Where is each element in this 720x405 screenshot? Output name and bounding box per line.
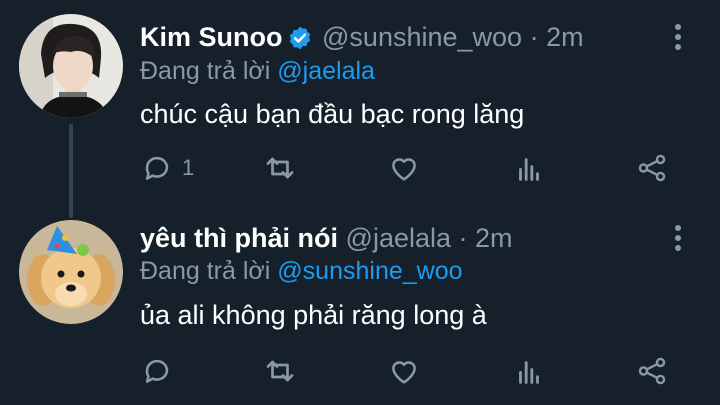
tweet-item[interactable]: yêu thì phải nói @jaelala · 2m Đang trả … bbox=[0, 200, 720, 405]
reply-button[interactable]: 1 bbox=[140, 148, 194, 188]
reply-count: 1 bbox=[182, 155, 195, 180]
reply-icon bbox=[140, 354, 174, 388]
retweet-button[interactable] bbox=[262, 351, 298, 391]
like-button[interactable] bbox=[387, 351, 421, 391]
replying-to: Đang trả lời @jaelala bbox=[140, 56, 375, 86]
reply-button[interactable] bbox=[140, 351, 182, 391]
replying-prefix: Đang trả lời bbox=[140, 257, 271, 285]
display-name[interactable]: Kim Sunoo bbox=[140, 22, 283, 52]
separator-dot: · bbox=[529, 22, 539, 52]
tweet-actions bbox=[140, 351, 680, 391]
analytics-button[interactable] bbox=[512, 351, 546, 391]
handle[interactable]: @sunshine_woo bbox=[322, 22, 522, 52]
avatar[interactable] bbox=[19, 220, 123, 324]
reply-icon bbox=[140, 151, 174, 185]
tweet-actions: 1 bbox=[140, 148, 680, 188]
retweet-button[interactable] bbox=[262, 148, 298, 188]
tweet-text: chúc cậu bạn đầu bạc rong lăng bbox=[140, 99, 525, 129]
tweet-header: yêu thì phải nói @jaelala · 2m bbox=[140, 221, 513, 255]
analytics-icon bbox=[512, 354, 546, 388]
tweet-item[interactable]: Kim Sunoo @sunshine_woo · 2m Đang trả lờ… bbox=[0, 0, 720, 200]
tweet-text: ủa ali không phải răng long à bbox=[140, 300, 487, 330]
handle[interactable]: @jaelala bbox=[346, 223, 451, 253]
share-button[interactable] bbox=[635, 351, 669, 391]
replying-to: Đang trả lời @sunshine_woo bbox=[140, 256, 463, 286]
analytics-icon bbox=[512, 151, 546, 185]
timestamp[interactable]: 2m bbox=[475, 223, 513, 253]
display-name[interactable]: yêu thì phải nói bbox=[140, 223, 338, 253]
more-options-icon[interactable] bbox=[668, 24, 688, 50]
share-button[interactable] bbox=[635, 148, 669, 188]
more-options-icon[interactable] bbox=[668, 225, 688, 251]
like-icon bbox=[387, 354, 421, 388]
timestamp[interactable]: 2m bbox=[546, 22, 584, 52]
retweet-icon bbox=[262, 353, 298, 389]
avatar[interactable] bbox=[19, 14, 123, 118]
share-icon bbox=[635, 354, 669, 388]
like-button[interactable] bbox=[387, 148, 421, 188]
verified-badge-icon bbox=[287, 25, 313, 59]
replying-mention-link[interactable]: @jaelala bbox=[277, 57, 375, 85]
like-icon bbox=[387, 151, 421, 185]
replying-prefix: Đang trả lời bbox=[140, 57, 271, 85]
tweet-header: Kim Sunoo @sunshine_woo · 2m bbox=[140, 20, 584, 59]
share-icon bbox=[635, 151, 669, 185]
retweet-icon bbox=[262, 150, 298, 186]
replying-mention-link[interactable]: @sunshine_woo bbox=[277, 257, 462, 285]
analytics-button[interactable] bbox=[512, 148, 546, 188]
separator-dot: · bbox=[458, 223, 468, 253]
